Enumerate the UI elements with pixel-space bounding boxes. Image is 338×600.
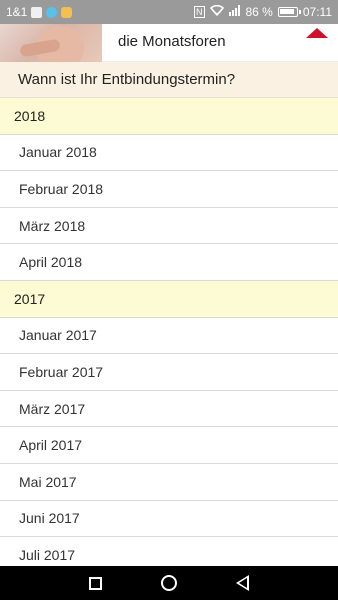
year-label: 2018	[14, 107, 46, 124]
list-item-januar-2018[interactable]: Januar 2018	[0, 134, 338, 172]
month-label: Januar 2018	[19, 144, 97, 161]
carrier-label: 1&1	[6, 5, 28, 19]
list-item-april-2017[interactable]: April 2017	[0, 427, 338, 464]
wifi-icon	[209, 4, 224, 19]
due-date-list: 2018 Januar 2018 Februar 2018 März 2018 …	[0, 98, 338, 566]
signal-icon	[228, 5, 241, 19]
list-item-maerz-2018[interactable]: März 2018	[0, 207, 338, 245]
month-label: Mai 2017	[19, 473, 77, 490]
battery-icon	[277, 7, 301, 17]
navigation-bar	[0, 566, 338, 600]
recent-apps-icon[interactable]	[89, 576, 103, 590]
month-label: März 2018	[19, 217, 86, 234]
month-label: Juni 2017	[19, 510, 80, 527]
list-item-april-2018[interactable]: April 2018	[0, 244, 338, 281]
collapse-arrow-icon[interactable]	[306, 28, 328, 38]
app-icon-2	[46, 6, 58, 18]
list-item-februar-2017[interactable]: Februar 2017	[0, 354, 338, 391]
list-item-juli-2017[interactable]: Juli 2017	[0, 537, 338, 566]
year-header-2018: 2018	[0, 98, 338, 135]
app-icon-3	[61, 6, 73, 18]
status-left: 1&1	[6, 5, 73, 19]
battery-percent: 86 %	[245, 5, 273, 19]
month-label: April 2018	[19, 254, 83, 271]
back-icon[interactable]	[235, 575, 249, 591]
list-item-februar-2018[interactable]: Februar 2018	[0, 171, 338, 208]
list-item-januar-2017[interactable]: Januar 2017	[0, 317, 338, 355]
nfc-icon: N	[194, 6, 205, 18]
list-item-maerz-2017[interactable]: März 2017	[0, 390, 338, 428]
banner-text: die Monatsforen	[118, 33, 226, 50]
month-label: April 2017	[19, 437, 83, 454]
app-icon-1	[31, 6, 43, 18]
year-label: 2017	[14, 290, 46, 307]
home-icon[interactable]	[160, 575, 177, 591]
month-label: Juli 2017	[19, 546, 76, 563]
question-label: Wann ist Ihr Entbindungstermin?	[18, 71, 236, 88]
month-label: Februar 2017	[19, 363, 104, 380]
month-label: Februar 2018	[19, 180, 104, 197]
clock: 07:11	[302, 5, 332, 19]
year-header-2017: 2017	[0, 280, 338, 318]
list-item-juni-2017[interactable]: Juni 2017	[0, 500, 338, 538]
status-bar: 1&1 N 86 % 07:11	[0, 0, 338, 24]
top-banner[interactable]: die Monatsforen	[0, 24, 338, 62]
status-right: N 86 % 07:11	[194, 4, 332, 19]
list-item-mai-2017[interactable]: Mai 2017	[0, 463, 338, 501]
question-header: Wann ist Ihr Entbindungstermin?	[0, 62, 338, 98]
month-label: März 2017	[19, 400, 86, 417]
month-label: Januar 2017	[19, 327, 97, 344]
banner-photo	[0, 24, 102, 62]
